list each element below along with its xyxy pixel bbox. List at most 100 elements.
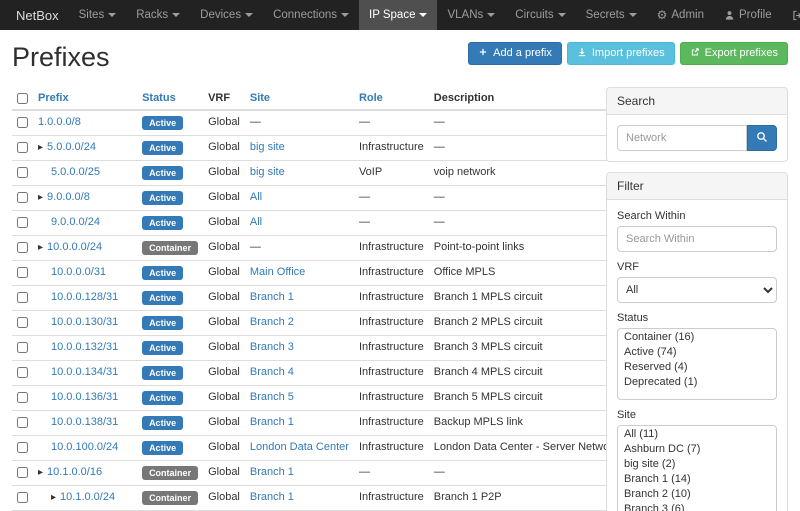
prefix-link[interactable]: 10.0.0.0/31 [51,266,106,278]
column-header-prefix[interactable]: Prefix [33,87,137,110]
brand[interactable]: NetBox [6,0,69,30]
row-checkbox[interactable] [17,342,28,353]
vrf-cell: Global [203,386,245,411]
site-link[interactable]: London Data Center [250,441,349,453]
row-checkbox[interactable] [17,367,28,378]
row-checkbox[interactable] [17,417,28,428]
prefix-link[interactable]: 10.0.0.132/31 [51,341,118,353]
column-header-site[interactable]: Site [245,87,354,110]
expand-arrow-icon: ▸ [38,467,43,478]
prefix-link[interactable]: 10.0.0.128/31 [51,291,118,303]
site-link[interactable]: Branch 1 [250,416,294,428]
prefix-link[interactable]: 5.0.0.0/25 [51,166,100,178]
site-link[interactable]: Main Office [250,266,305,278]
site-link[interactable]: All [250,216,262,228]
nav-item-vlans[interactable]: VLANs [437,0,505,30]
filter-option[interactable]: Active (74) [618,344,776,359]
filter-option[interactable]: Container (16) [618,329,776,344]
filter-option[interactable]: Branch 1 (14) [618,471,776,486]
prefix-link[interactable]: 10.1.0.0/24 [60,491,115,503]
site-link[interactable]: Branch 3 [250,341,294,353]
prefix-link[interactable]: 10.1.0.0/16 [47,466,102,478]
status-badge: Container [142,491,198,505]
row-checkbox[interactable] [17,317,28,328]
nav-item-profile[interactable]: Profile [714,0,782,30]
filter-option[interactable]: All (11) [618,426,776,441]
vrf-select[interactable]: All [617,277,777,303]
site-link[interactable]: Branch 1 [250,466,294,478]
nav-item-label: Secrets [586,9,625,21]
select-all-checkbox[interactable] [17,93,28,104]
row-checkbox[interactable] [17,217,28,228]
export-prefixes-button[interactable]: Export prefixes [680,42,788,65]
prefix-link[interactable]: 1.0.0.0/8 [38,116,81,128]
expand-arrow-icon: ▸ [38,142,43,153]
nav-item-admin[interactable]: ⚙ Admin [647,0,714,30]
filter-option[interactable]: Ashburn DC (7) [618,441,776,456]
search-button[interactable] [747,125,777,151]
filter-option[interactable]: Branch 3 (6) [618,501,776,511]
status-cell: Active [137,186,203,211]
site-link[interactable]: Branch 4 [250,366,294,378]
site-label: Site [617,409,777,421]
prefix-cell: 9.0.0.0/24 [33,211,137,236]
prefix-link[interactable]: 10.0.0.136/31 [51,391,118,403]
search-within-input[interactable] [617,226,777,252]
column-header-status[interactable]: Status [137,87,203,110]
column-header-role[interactable]: Role [354,87,429,110]
prefix-link[interactable]: 10.0.0.130/31 [51,316,118,328]
site-listbox[interactable]: All (11)Ashburn DC (7)big site (2)Branch… [617,425,777,511]
site-link[interactable]: Branch 2 [250,316,294,328]
filter-option[interactable]: Branch 2 (10) [618,486,776,501]
nav-item-circuits[interactable]: Circuits [505,0,575,30]
row-checkbox[interactable] [17,492,28,503]
row-checkbox[interactable] [17,442,28,453]
site-link[interactable]: All [250,191,262,203]
nav-item-logout[interactable]: Log out [782,0,800,30]
search-input[interactable] [617,125,747,151]
nav-item-label: Circuits [515,9,553,21]
status-listbox[interactable]: Container (16)Active (74)Reserved (4)Dep… [617,328,777,400]
chevron-down-icon [245,13,253,17]
filter-option[interactable]: big site (2) [618,456,776,471]
nav-item-connections[interactable]: Connections [263,0,359,30]
expand-arrow-icon: ▸ [38,192,43,203]
row-checkbox[interactable] [17,142,28,153]
row-checkbox[interactable] [17,267,28,278]
prefix-link[interactable]: 10.0.0.0/24 [47,241,102,253]
prefix-link[interactable]: 10.0.0.134/31 [51,366,118,378]
nav-item-racks[interactable]: Racks [126,0,190,30]
row-checkbox[interactable] [17,392,28,403]
nav-item-devices[interactable]: Devices [190,0,263,30]
nav-item-secrets[interactable]: Secrets [576,0,647,30]
filter-option[interactable]: Deprecated (1) [618,374,776,389]
role-cell: Infrastructure [354,336,429,361]
checkbox-cell [12,311,33,336]
nav-item-sites[interactable]: Sites [69,0,127,30]
vrf-cell: Global [203,286,245,311]
add-prefix-button[interactable]: Add a prefix [468,42,562,65]
row-checkbox[interactable] [17,467,28,478]
site-link[interactable]: big site [250,141,285,153]
site-link[interactable]: Branch 5 [250,391,294,403]
table-row: ▸10.0.0.0/24ContainerGlobal—Infrastructu… [12,236,623,261]
site-link[interactable]: Branch 1 [250,491,294,503]
table-row: ▸10.1.0.0/16ContainerGlobalBranch 1—— [12,461,623,486]
vrf-cell: Global [203,110,245,136]
prefix-link[interactable]: 9.0.0.0/8 [47,191,90,203]
prefix-link[interactable]: 10.0.100.0/24 [51,441,118,453]
row-checkbox[interactable] [17,117,28,128]
nav-item-ip-space[interactable]: IP Space [359,0,437,30]
prefix-link[interactable]: 9.0.0.0/24 [51,216,100,228]
row-checkbox[interactable] [17,192,28,203]
prefix-link[interactable]: 5.0.0.0/24 [47,141,96,153]
row-checkbox[interactable] [17,167,28,178]
site-link[interactable]: big site [250,166,285,178]
import-prefixes-button[interactable]: Import prefixes [567,42,675,65]
prefix-link[interactable]: 10.0.0.138/31 [51,416,118,428]
site-link[interactable]: Branch 1 [250,291,294,303]
filter-option[interactable]: Reserved (4) [618,359,776,374]
row-checkbox[interactable] [17,242,28,253]
role-cell: Infrastructure [354,361,429,386]
row-checkbox[interactable] [17,292,28,303]
